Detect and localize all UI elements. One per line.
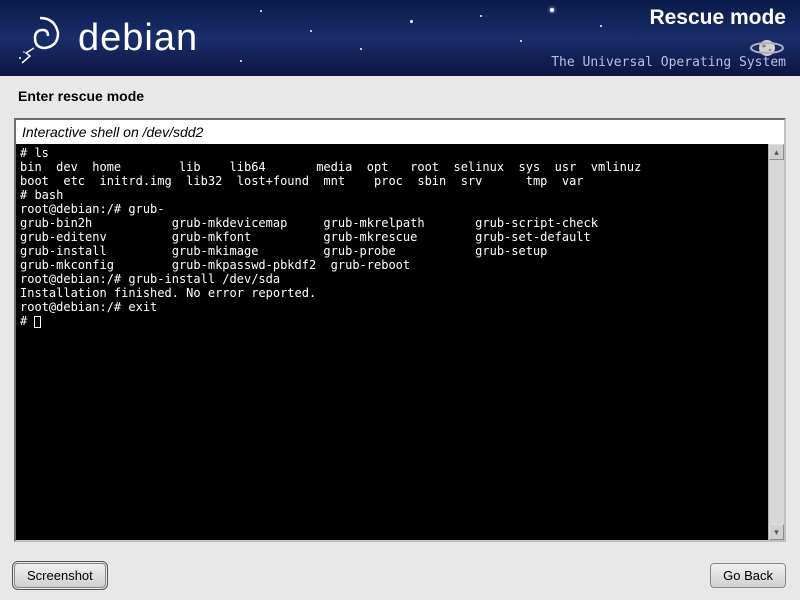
scroll-down-icon[interactable]: ▾ xyxy=(769,524,784,540)
mode-title: Rescue mode xyxy=(649,6,786,30)
tagline: The Universal Operating System xyxy=(551,55,786,70)
terminal-output[interactable]: # ls bin dev home lib lib64 media opt ro… xyxy=(16,144,768,540)
main-content: Enter rescue mode Interactive shell on /… xyxy=(0,76,800,550)
scroll-up-icon[interactable]: ▴ xyxy=(769,144,784,160)
terminal-frame: Interactive shell on /dev/sdd2 # ls bin … xyxy=(14,118,786,542)
logo-text: debian xyxy=(78,17,198,60)
debian-swirl-icon xyxy=(10,8,70,68)
footer: Screenshot Go Back xyxy=(14,563,786,588)
scroll-track[interactable] xyxy=(769,160,784,524)
scrollbar[interactable]: ▴ ▾ xyxy=(768,144,784,540)
terminal-label: Interactive shell on /dev/sdd2 xyxy=(16,120,784,144)
screenshot-button[interactable]: Screenshot xyxy=(14,563,106,588)
go-back-button[interactable]: Go Back xyxy=(710,563,786,588)
header: debian Rescue mode The Universal Operati… xyxy=(0,0,800,76)
page-title: Enter rescue mode xyxy=(10,88,790,104)
header-right: Rescue mode xyxy=(649,6,786,32)
